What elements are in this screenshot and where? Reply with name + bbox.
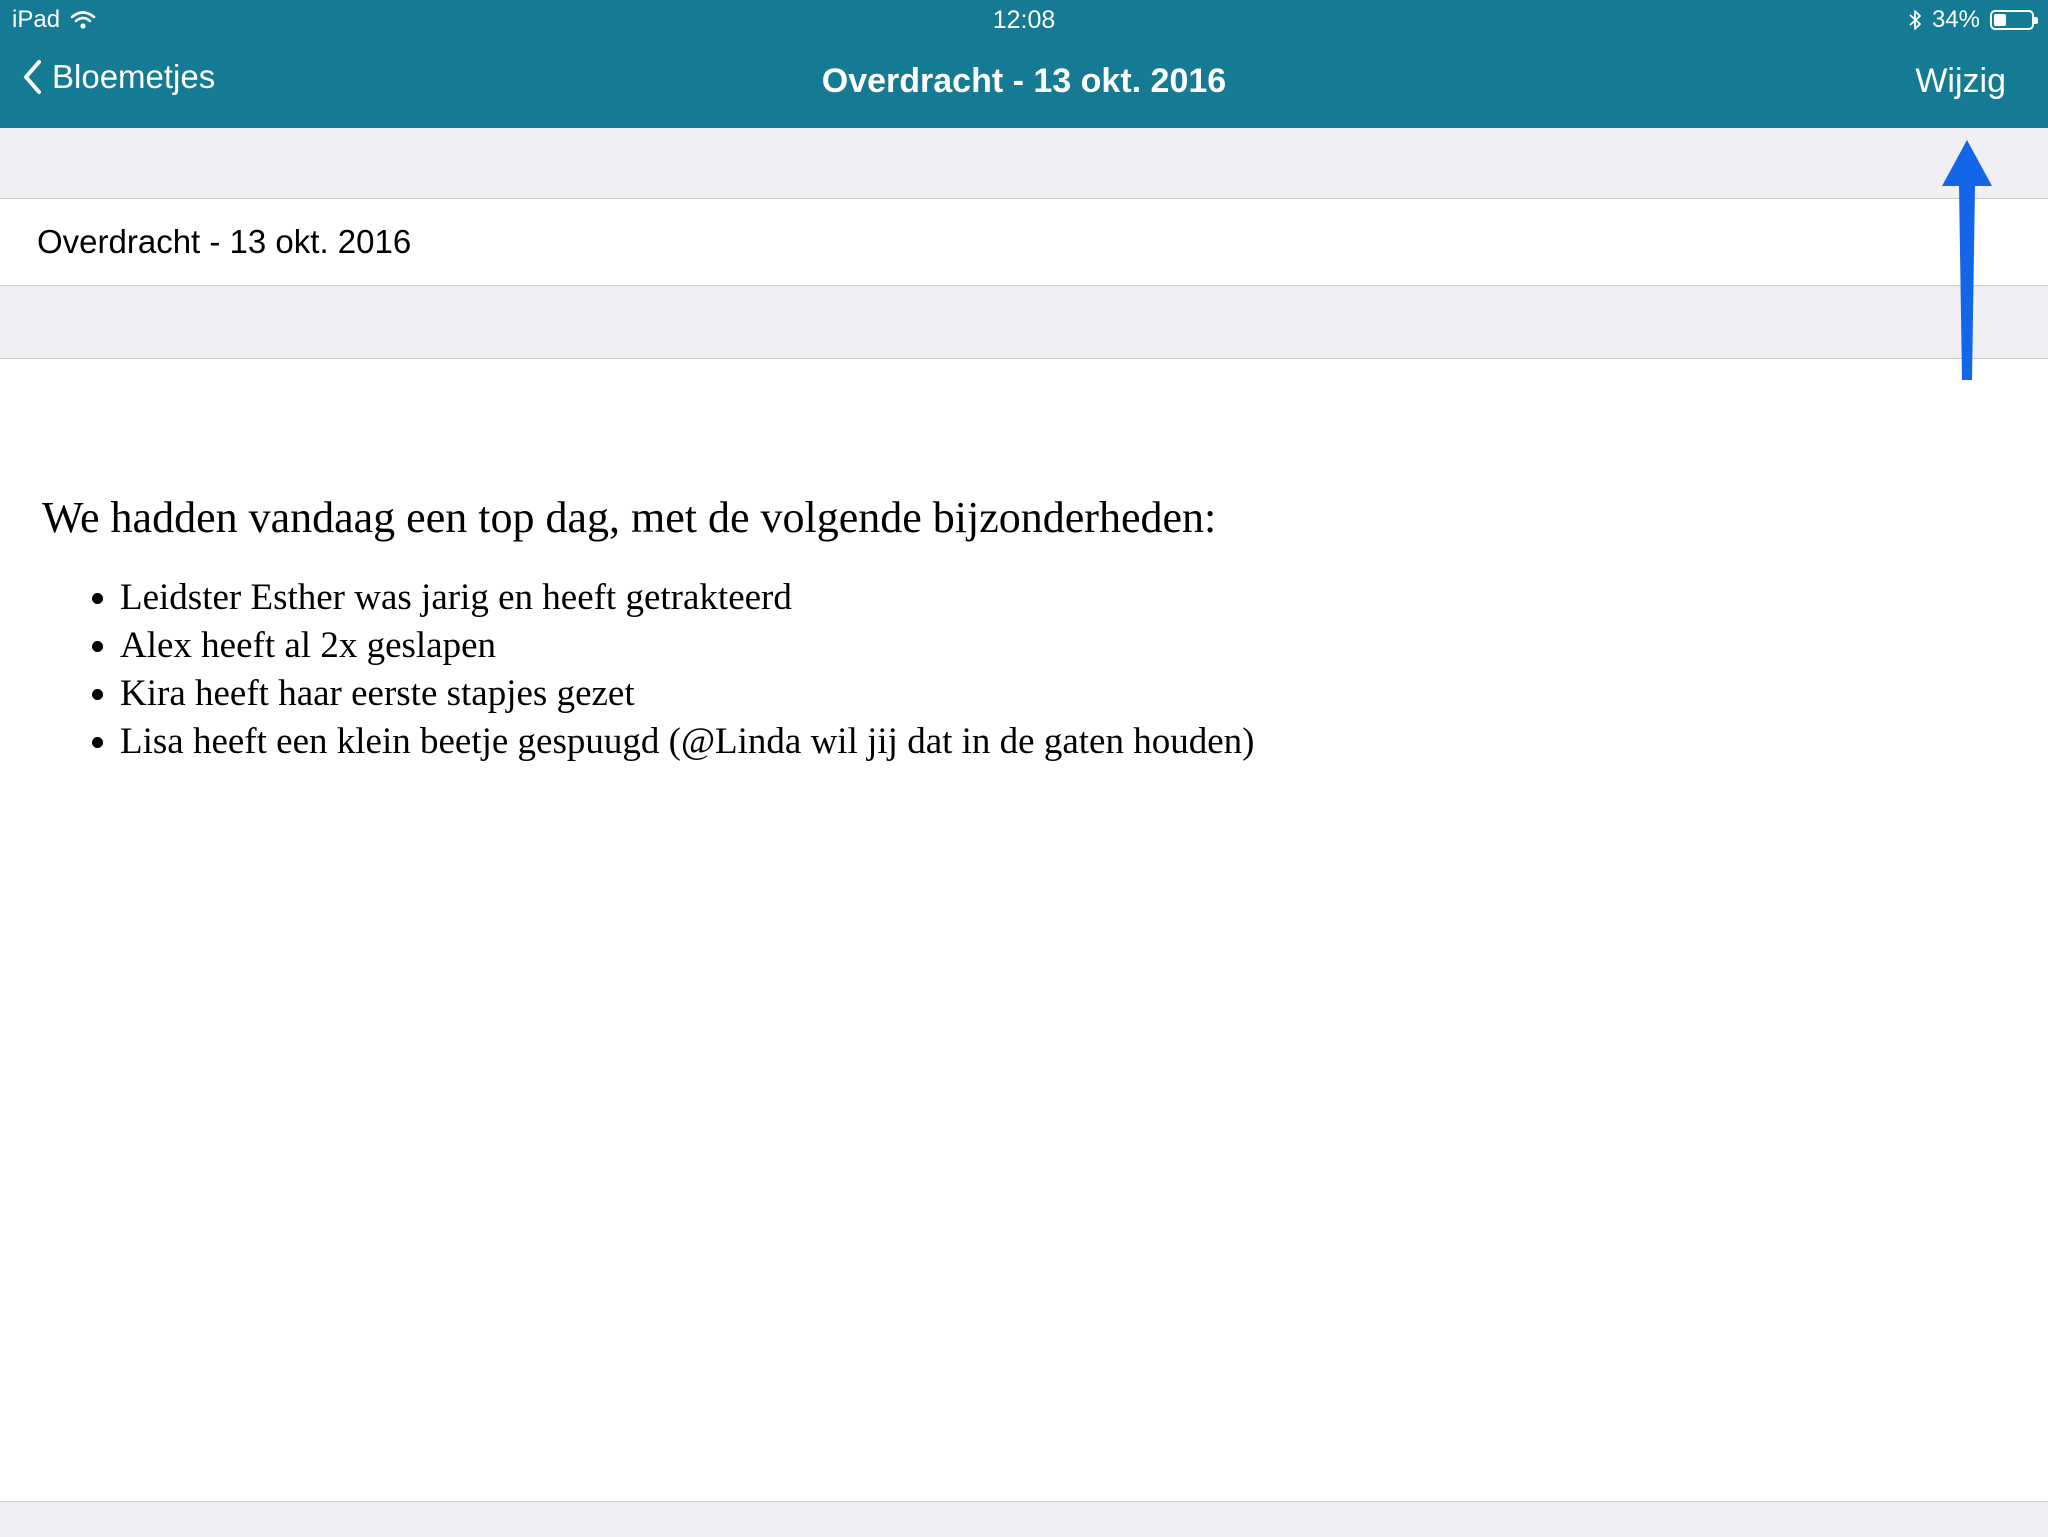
section-spacer-middle <box>0 285 2048 359</box>
list-item: Alex heeft al 2x geslapen <box>120 622 1942 670</box>
note-title: Overdracht - 13 okt. 2016 <box>37 223 412 260</box>
list-item: Lisa heeft een klein beetje gespuugd (@L… <box>120 718 1942 766</box>
battery-percentage: 34% <box>1931 6 1980 33</box>
annotation-arrow-icon <box>1942 140 1992 380</box>
note-title-cell: Overdracht - 13 okt. 2016 <box>0 199 2048 285</box>
battery-icon <box>1990 10 2038 30</box>
bottom-toolbar <box>0 1501 2048 1537</box>
battery-level-fill <box>1994 14 2007 26</box>
list-item: Kira heeft haar eerste stapjes gezet <box>120 670 1942 718</box>
status-time: 12:08 <box>992 6 1056 34</box>
bluetooth-icon <box>1909 10 1921 30</box>
section-spacer-top <box>0 128 2048 199</box>
edit-button[interactable]: Wijzig <box>1915 62 2006 101</box>
note-list: Leidster Esther was jarig en heeft getra… <box>42 574 1942 766</box>
note-intro: We hadden vandaag een top dag, met de vo… <box>42 493 1217 542</box>
list-item: Leidster Esther was jarig en heeft getra… <box>120 574 1942 622</box>
navigation-bar: iPad 12:08 34% Bloemetjes Overdracht - 1… <box>0 0 2048 128</box>
status-bar-right: 34% <box>1908 6 2038 34</box>
note-body: We hadden vandaag een top dag, met de vo… <box>42 488 1942 766</box>
page-title: Overdracht - 13 okt. 2016 <box>821 62 1227 100</box>
